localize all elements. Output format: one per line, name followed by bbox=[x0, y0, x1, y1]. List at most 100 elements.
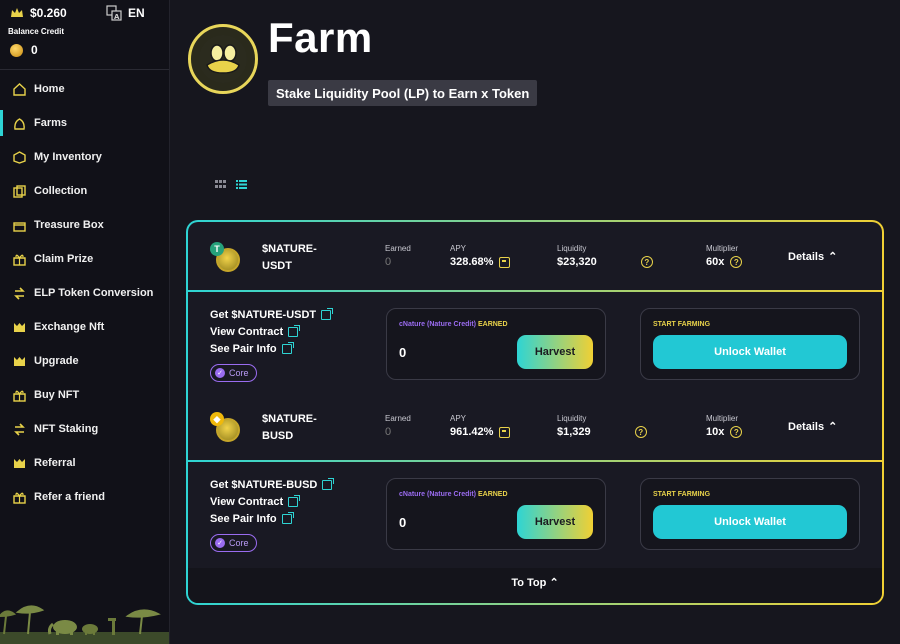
farm-list: To Top ⌃ T $NATURE- USDT Earned 0 APY 328.68% L… bbox=[186, 220, 884, 605]
apy-column: APY 961.42% bbox=[450, 414, 511, 438]
harvest-button[interactable]: Harvest bbox=[517, 505, 593, 539]
view-contract-link[interactable]: View Contract bbox=[210, 493, 332, 510]
help-icon[interactable]: ? bbox=[640, 256, 653, 268]
token-price-value: $0.260 bbox=[30, 6, 67, 20]
earned-word: EARNED bbox=[477, 321, 508, 328]
token-price-icon bbox=[11, 8, 23, 17]
list-view-icon[interactable] bbox=[236, 180, 247, 189]
exchange-icon bbox=[12, 320, 26, 334]
help-icon[interactable]: ? bbox=[634, 426, 647, 438]
check-icon: ✓ bbox=[215, 368, 225, 378]
token-price: $0.260 bbox=[10, 6, 67, 20]
referral-icon bbox=[12, 456, 26, 470]
quote-token-symbol: ◆ bbox=[213, 413, 221, 424]
get-lp-link[interactable]: Get $NATURE-BUSD bbox=[210, 476, 335, 493]
sidebar: $0.260 A EN Balance Credit 0 Home Farms My… bbox=[0, 0, 170, 644]
liquidity-value: $23,320 bbox=[557, 256, 597, 268]
multiplier-column: Multiplier 60x? bbox=[706, 244, 743, 268]
sidebar-item-elp-token-conversion[interactable]: ELP Token Conversion bbox=[0, 276, 169, 310]
sidebar-item-label: Home bbox=[34, 83, 65, 95]
sidebar-item-buy-nft[interactable]: Buy NFT bbox=[0, 378, 169, 412]
start-farming-heading: START FARMING bbox=[653, 321, 711, 328]
details-label: Details bbox=[788, 250, 825, 263]
svg-text:A: A bbox=[114, 13, 120, 21]
sidebar-item-upgrade[interactable]: Upgrade bbox=[0, 344, 169, 378]
gift-icon bbox=[12, 388, 26, 402]
grid-view-icon[interactable] bbox=[215, 180, 226, 189]
liquidity-label: Liquidity bbox=[557, 244, 587, 253]
sidebar-item-label: Upgrade bbox=[34, 355, 79, 367]
apy-value: 961.42% bbox=[450, 426, 494, 438]
external-link-icon bbox=[321, 307, 334, 320]
earn-token-name: cNature (Nature Credit) bbox=[399, 321, 477, 328]
pair-line-2: BUSD bbox=[262, 430, 294, 442]
sidebar-item-label: NFT Staking bbox=[34, 423, 99, 435]
farm-row[interactable]: T $NATURE- USDT Earned 0 APY 328.68% Liquidity $… bbox=[188, 222, 882, 290]
unlock-wallet-button[interactable]: Unlock Wallet bbox=[653, 335, 847, 369]
sidebar-item-farms[interactable]: Farms bbox=[0, 106, 169, 140]
sidebar-item-claim-prize[interactable]: Claim Prize bbox=[0, 242, 169, 276]
liquidity-value: $1,329 bbox=[557, 426, 591, 438]
see-pair-info-link[interactable]: See Pair Info bbox=[210, 340, 331, 357]
to-top-button[interactable]: To Top ⌃ bbox=[188, 568, 882, 603]
start-farming-heading: START FARMING bbox=[653, 491, 711, 498]
farm-row[interactable]: ◆ $NATURE- BUSD Earned 0 APY 961.42% Liquidity $… bbox=[188, 392, 882, 460]
sidebar-item-treasure-box[interactable]: Treasure Box bbox=[0, 208, 169, 242]
earned-label: Earned bbox=[385, 244, 411, 253]
farm-pair-name: $NATURE- USDT bbox=[262, 241, 332, 275]
apy-label: APY bbox=[450, 244, 467, 253]
get-lp-link[interactable]: Get $NATURE-USDT bbox=[210, 306, 334, 323]
inventory-icon bbox=[12, 150, 26, 164]
sidebar-item-home[interactable]: Home bbox=[0, 72, 169, 106]
liquidity-column: Liquidity $1,329? bbox=[557, 414, 647, 438]
conversion-icon bbox=[12, 286, 26, 300]
sidebar-item-nft-staking[interactable]: NFT Staking bbox=[0, 412, 169, 446]
sidebar-item-refer-a-friend[interactable]: Refer a friend bbox=[0, 480, 169, 514]
language-selector[interactable]: A EN bbox=[106, 5, 145, 21]
multiplier-value: 10x bbox=[706, 426, 725, 438]
savanna-illustration-icon bbox=[0, 605, 169, 644]
sidebar-nav: Home Farms My Inventory Collection Treasure … bbox=[0, 70, 169, 514]
earned-label: Earned bbox=[385, 414, 411, 423]
details-toggle[interactable]: Details ⌃ bbox=[788, 250, 838, 264]
language-label: EN bbox=[128, 6, 145, 20]
earned-panel: cNature (Nature Credit) EARNED 0 Harvest bbox=[386, 478, 606, 550]
core-badge: ✓ Core bbox=[210, 534, 257, 552]
help-icon[interactable]: ? bbox=[730, 256, 743, 268]
calculator-icon[interactable] bbox=[499, 256, 511, 268]
sidebar-item-collection[interactable]: Collection bbox=[0, 174, 169, 208]
external-link-icon bbox=[288, 324, 301, 337]
sidebar-item-label: ELP Token Conversion bbox=[34, 287, 154, 299]
quote-token-symbol: T bbox=[214, 244, 220, 254]
external-link-icon bbox=[322, 477, 335, 490]
sidebar-item-my-inventory[interactable]: My Inventory bbox=[0, 140, 169, 174]
start-farming-panel: START FARMING Unlock Wallet bbox=[640, 478, 860, 550]
view-contract-link[interactable]: View Contract bbox=[210, 323, 331, 340]
earned-amount: 0 bbox=[399, 345, 407, 360]
help-icon[interactable]: ? bbox=[730, 426, 743, 438]
harvest-button[interactable]: Harvest bbox=[517, 335, 593, 369]
get-lp-label: Get $NATURE-BUSD bbox=[210, 478, 318, 491]
home-icon bbox=[12, 82, 26, 96]
pair-line-1: $NATURE- bbox=[262, 243, 317, 255]
chevron-up-icon: ⌃ bbox=[549, 577, 559, 589]
see-pair-info-link[interactable]: See Pair Info bbox=[210, 510, 332, 527]
staking-icon bbox=[12, 422, 26, 436]
core-badge-label: Core bbox=[229, 538, 249, 548]
sidebar-item-referral[interactable]: Referral bbox=[0, 446, 169, 480]
pair-line-2: USDT bbox=[262, 260, 292, 272]
sidebar-item-exchange-nft[interactable]: Exchange Nft bbox=[0, 310, 169, 344]
sidebar-item-label: Buy NFT bbox=[34, 389, 80, 401]
calculator-icon[interactable] bbox=[499, 426, 511, 438]
quote-token-icon: T bbox=[210, 242, 224, 256]
get-lp-label: Get $NATURE-USDT bbox=[210, 308, 317, 321]
see-pair-info-label: See Pair Info bbox=[210, 512, 277, 525]
chevron-up-icon: ⌃ bbox=[828, 251, 838, 263]
lp-token-icon: ◆ bbox=[210, 412, 240, 442]
details-toggle[interactable]: Details ⌃ bbox=[788, 420, 837, 434]
to-top-label: To Top bbox=[511, 577, 547, 589]
sidebar-item-label: My Inventory bbox=[34, 151, 102, 163]
external-link-icon bbox=[281, 341, 294, 354]
unlock-wallet-button[interactable]: Unlock Wallet bbox=[653, 505, 847, 539]
earned-word: EARNED bbox=[477, 491, 508, 498]
